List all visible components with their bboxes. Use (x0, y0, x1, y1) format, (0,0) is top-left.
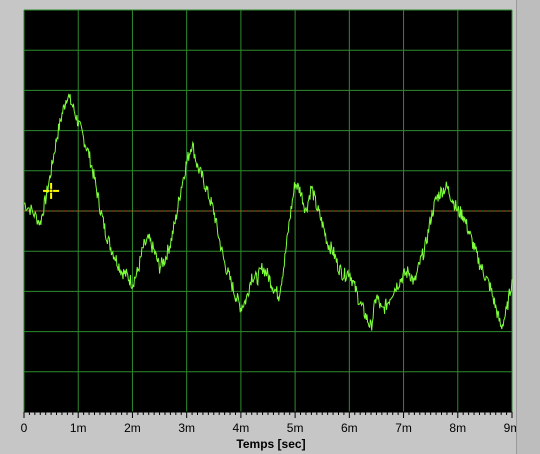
x-tick-label: 6m (340, 421, 358, 435)
x-tick-label: 7m (395, 421, 412, 435)
x-axis-label: Temps [sec] (236, 437, 306, 451)
x-tick-label: 3m (178, 421, 195, 435)
minor-ticks (23, 411, 513, 418)
waveform-chart[interactable] (0, 0, 540, 454)
x-tick-label: 8m (449, 421, 467, 435)
cursor-center (49, 189, 53, 193)
right-scroll-panel[interactable] (516, 0, 540, 454)
x-tick-label: 5m (286, 421, 304, 435)
x-tick-label: 2m (124, 421, 141, 435)
graph-panel: 0 1m 2m 3m 4m 5m 6m 7m 8m 9m Temps [sec] (0, 0, 540, 454)
x-tick-label: 4m (232, 421, 250, 435)
x-tick-label: 1m (69, 421, 87, 435)
x-tick-label: 0 (20, 421, 28, 435)
